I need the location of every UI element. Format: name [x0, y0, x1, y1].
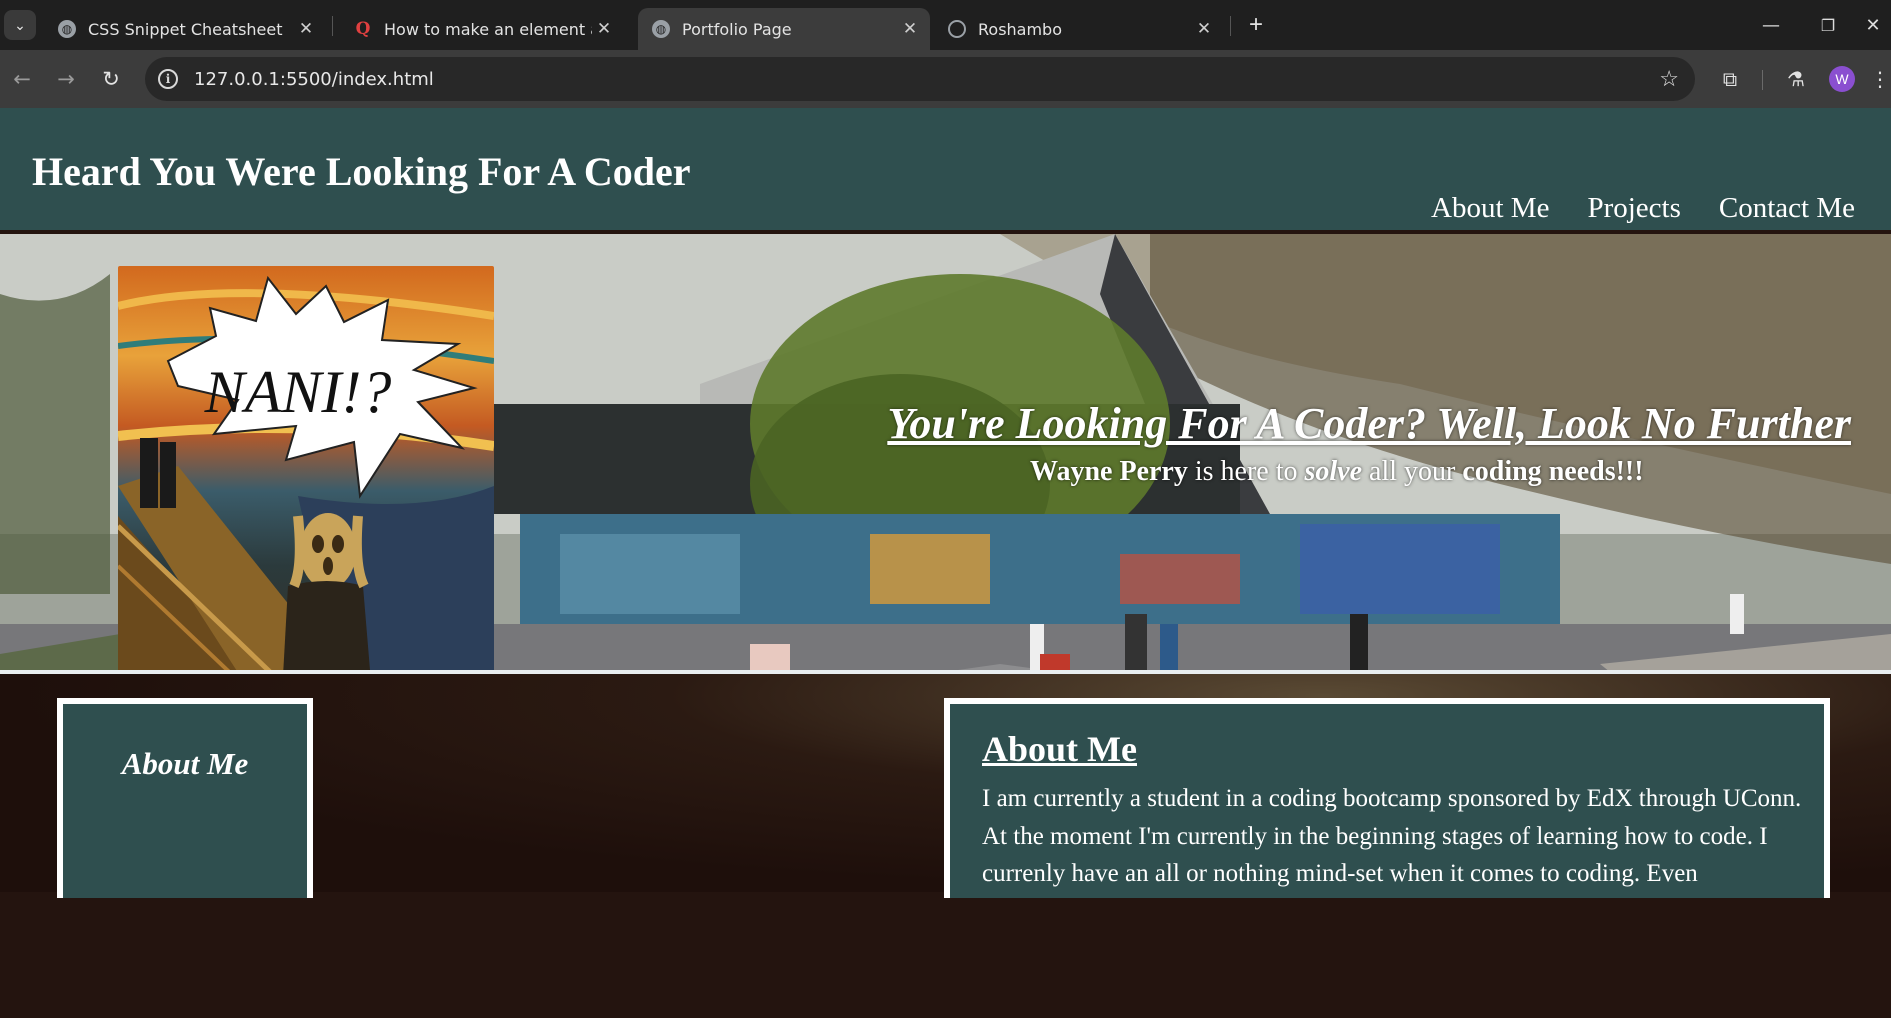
- address-bar[interactable]: i 127.0.0.1:5500/index.html ☆: [145, 57, 1695, 101]
- info-icon[interactable]: i: [158, 69, 178, 89]
- page-viewport: Heard You Were Looking For A Coder About…: [0, 108, 1891, 1018]
- tab-how-to-make-element[interactable]: Q How to make an element appea ✕: [340, 8, 624, 50]
- tab-title: CSS Snippet Cheatsheet: [88, 19, 283, 39]
- arrow-left-icon: ←: [13, 67, 31, 91]
- sidebar-title: About Me: [121, 746, 249, 781]
- chevron-down-icon: ⌄: [14, 16, 26, 33]
- sidebar-card: About Me: [57, 698, 313, 898]
- globe-icon: ◍: [652, 20, 670, 38]
- puzzle-icon: ⧉: [1722, 67, 1738, 91]
- hero-sub-part1: is here to: [1187, 456, 1305, 487]
- minimize-icon: —: [1762, 14, 1780, 36]
- flask-icon: ⚗: [1787, 67, 1805, 91]
- labs-button[interactable]: ⚗: [1780, 63, 1812, 95]
- bookmark-star-icon[interactable]: ☆: [1659, 66, 1679, 92]
- reload-button[interactable]: ↻: [95, 63, 127, 95]
- nav-link-about-me[interactable]: About Me: [1431, 192, 1549, 225]
- kebab-menu-icon: ⋮: [1870, 67, 1890, 91]
- about-me-body: I am currently a student in a coding boo…: [982, 785, 1802, 887]
- close-window-button[interactable]: ✕: [1855, 8, 1891, 42]
- close-icon[interactable]: ✕: [592, 19, 616, 39]
- tab-css-snippet-cheatsheet[interactable]: ◍ CSS Snippet Cheatsheet ✕: [44, 8, 326, 50]
- tab-title: How to make an element appea: [384, 19, 592, 39]
- hero-sub-part2: all your: [1362, 456, 1463, 487]
- tab-strip: ⌄ ◍ CSS Snippet Cheatsheet ✕ Q How to ma…: [0, 0, 1891, 50]
- arrow-right-icon: →: [57, 67, 75, 91]
- nav-link-contact-me[interactable]: Contact Me: [1719, 192, 1855, 225]
- tab-title: Portfolio Page: [682, 19, 792, 39]
- about-me-section: About Me I am currently a student in a c…: [944, 698, 1830, 898]
- hero-sub-verb: solve: [1304, 456, 1363, 487]
- tab-roshambo[interactable]: Roshambo ✕: [934, 8, 1224, 50]
- globe-icon: ◍: [58, 20, 76, 38]
- site-nav: About Me Projects Contact Me: [1431, 192, 1855, 225]
- close-icon: ✕: [1865, 14, 1881, 36]
- hero-sub-emph2: needs!!!: [1548, 456, 1644, 487]
- hero-sub-emph1: coding: [1462, 456, 1542, 487]
- url-text[interactable]: 127.0.0.1:5500/index.html: [194, 69, 434, 90]
- reload-icon: ↻: [102, 67, 120, 91]
- roshambo-icon: [948, 20, 966, 38]
- hero-heading: You're Looking For A Coder? Well, Look N…: [887, 399, 1851, 448]
- speech-bubble-text: NANI!?: [204, 359, 392, 425]
- about-me-heading: About Me: [982, 729, 1137, 769]
- tab-title: Roshambo: [978, 19, 1062, 39]
- minimize-button[interactable]: —: [1748, 8, 1794, 42]
- tab-search-button[interactable]: ⌄: [4, 10, 36, 40]
- close-icon[interactable]: ✕: [1192, 19, 1216, 39]
- coder-name: Wayne Perry: [1030, 456, 1188, 487]
- extensions-button[interactable]: ⧉: [1714, 63, 1746, 95]
- hero-subtitle: Wayne Perry is here to solve all your co…: [1030, 456, 1644, 488]
- tab-separator: [332, 16, 333, 36]
- browser-toolbar: ← → ↻ i 127.0.0.1:5500/index.html ☆ ⧉ ⚗ …: [0, 50, 1891, 108]
- forward-button[interactable]: →: [50, 63, 82, 95]
- profile-initial: W: [1835, 71, 1849, 87]
- close-icon[interactable]: ✕: [898, 19, 922, 39]
- hero-sub-space: [1542, 456, 1549, 487]
- menu-button[interactable]: ⋮: [1870, 63, 1890, 95]
- toolbar-divider: [1762, 70, 1763, 90]
- restore-icon: ❐: [1820, 15, 1836, 35]
- tab-portfolio-page[interactable]: ◍ Portfolio Page ✕: [638, 8, 930, 50]
- quora-icon: Q: [355, 19, 371, 39]
- close-icon[interactable]: ✕: [294, 19, 318, 39]
- back-button[interactable]: ←: [6, 63, 38, 95]
- new-tab-button[interactable]: +: [1240, 10, 1272, 40]
- plus-icon: +: [1248, 11, 1263, 38]
- site-title: Heard You Were Looking For A Coder: [32, 149, 691, 194]
- avatar[interactable]: W: [1829, 66, 1855, 92]
- tab-separator: [1230, 16, 1231, 36]
- restore-button[interactable]: ❐: [1805, 8, 1851, 42]
- site-header: Heard You Were Looking For A Coder About…: [0, 108, 1891, 230]
- nav-link-projects[interactable]: Projects: [1587, 192, 1680, 225]
